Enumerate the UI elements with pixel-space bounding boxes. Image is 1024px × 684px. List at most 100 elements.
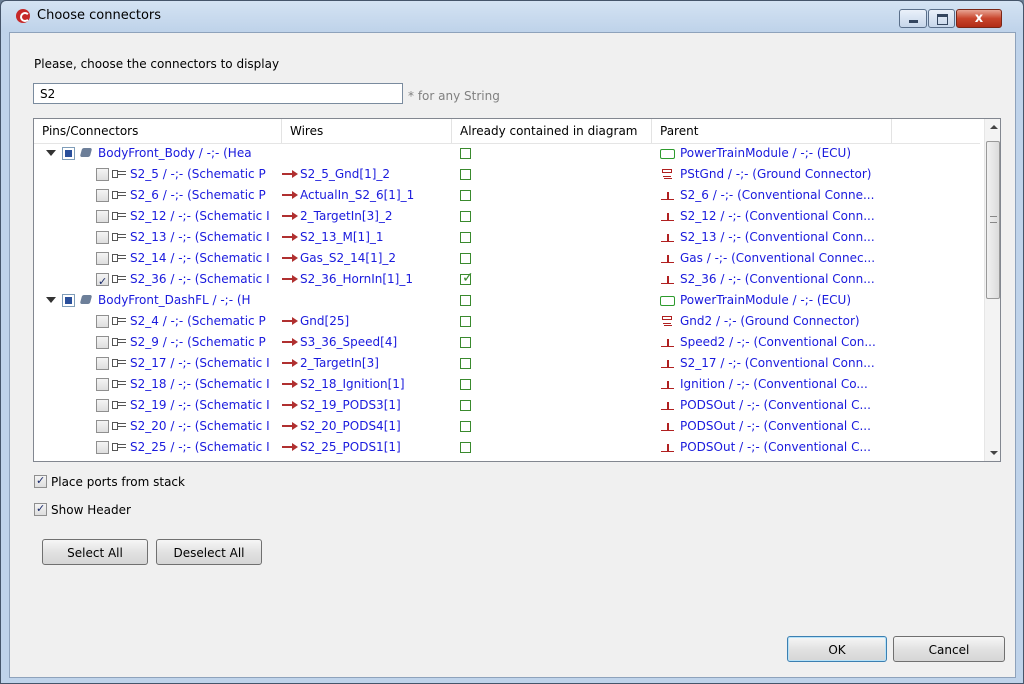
table-row[interactable]: S2_18 / -;- (Schematic I S2_18_Ignition[1…	[34, 374, 980, 395]
chevron-down-icon[interactable]	[46, 150, 56, 156]
table-row[interactable]: S2_13 / -;- (Schematic I S2_13_M[1]_1 S2_1…	[34, 227, 980, 248]
chevron-down-icon[interactable]	[46, 297, 56, 303]
contained-cell	[452, 164, 652, 185]
table-row[interactable]: S2_12 / -;- (Schematic I 2_TargetIn[3]_2 S…	[34, 206, 980, 227]
pin-icon	[112, 443, 127, 452]
wire-cell: S2_18_Ignition[1]	[282, 374, 452, 395]
wire-arrow-icon	[282, 316, 298, 326]
column-header-parent[interactable]: Parent	[652, 119, 892, 143]
contained-cell	[452, 143, 652, 164]
wire-cell: S2_13_M[1]_1	[282, 227, 452, 248]
pin-checkbox[interactable]	[96, 420, 109, 433]
maximize-button[interactable]	[928, 9, 955, 28]
connector-icon	[660, 231, 676, 244]
filter-input[interactable]	[33, 83, 403, 104]
ok-button[interactable]: OK	[787, 636, 887, 662]
tristate-checkbox[interactable]	[62, 147, 75, 160]
table-row[interactable]: S2_4 / -;- (Schematic P Gnd[25] Gnd2 / -;-…	[34, 311, 980, 332]
ecu-icon	[660, 296, 675, 306]
title-bar[interactable]: Choose connectors x	[1, 1, 1023, 31]
table-row[interactable]: S2_14 / -;- (Schematic I Gas_S2_14[1]_2 Ga…	[34, 248, 980, 269]
pin-checkbox[interactable]	[96, 378, 109, 391]
tristate-checkbox[interactable]	[62, 294, 75, 307]
close-button[interactable]: x	[956, 9, 1002, 28]
minimize-button[interactable]	[899, 9, 927, 28]
ecu-icon	[660, 149, 675, 159]
pin-checkbox[interactable]	[96, 315, 109, 328]
pin-name: S2_18 / -;- (Schematic I	[130, 377, 270, 391]
wire-name: Gas_S2_14[1]_2	[300, 251, 397, 265]
table-row[interactable]: S2_25 / -;- (Schematic I S2_25_PODS1[1] PO…	[34, 437, 980, 458]
parent-name: Gas / -;- (Conventional Connec...	[680, 251, 876, 265]
table-row[interactable]: S2_36 / -;- (Schematic I S2_36_HornIn[1]_…	[34, 269, 980, 290]
deselect-all-button[interactable]: Deselect All	[156, 539, 262, 565]
wire-cell: S3_36_Speed[4]	[282, 332, 452, 353]
pin-icon	[112, 380, 127, 389]
table-row[interactable]: S2_20 / -;- (Schematic I S2_20_PODS4[1] PO…	[34, 416, 980, 437]
contained-cell	[452, 206, 652, 227]
pin-checkbox[interactable]	[96, 168, 109, 181]
table-row[interactable]: S2_19 / -;- (Schematic I S2_19_PODS3[1] PO…	[34, 395, 980, 416]
checkbox-checked-icon[interactable]	[34, 473, 47, 489]
table-row[interactable]: S2_9 / -;- (Schematic P S3_36_Speed[4] Spe…	[34, 332, 980, 353]
group-name: BodyFront_DashFL / -;- (H	[98, 293, 251, 307]
scroll-thumb[interactable]	[986, 141, 1000, 299]
wire-cell: S2_36_HornIn[1]_1	[282, 269, 452, 290]
tree-rows: BodyFront_Body / -;- (Hea PowerTrainModul…	[34, 143, 980, 458]
column-header-contained[interactable]: Already contained in diagram	[452, 119, 652, 143]
vertical-scrollbar[interactable]	[984, 119, 1000, 461]
wire-arrow-icon	[282, 400, 298, 410]
module-icon	[79, 294, 93, 306]
parent-name: S2_13 / -;- (Conventional Conn...	[680, 230, 875, 244]
select-all-button[interactable]: Select All	[42, 539, 148, 565]
column-header-wires[interactable]: Wires	[282, 119, 452, 143]
pin-icon	[112, 359, 127, 368]
pin-cell: S2_25 / -;- (Schematic I	[34, 437, 282, 458]
pin-cell: S2_36 / -;- (Schematic I	[34, 269, 282, 290]
pin-icon	[112, 191, 127, 200]
pin-checkbox[interactable]	[96, 189, 109, 202]
pin-cell: BodyFront_DashFL / -;- (H	[34, 290, 282, 311]
checkbox-checked-icon[interactable]	[34, 501, 47, 517]
pin-name: S2_6 / -;- (Schematic P	[130, 188, 266, 202]
parent-name: S2_12 / -;- (Conventional Conn...	[680, 209, 875, 223]
wire-arrow-icon	[282, 253, 298, 263]
parent-name: PODSOut / -;- (Conventional C...	[680, 398, 871, 412]
contained-cell	[452, 248, 652, 269]
tree-header: Pins/Connectors Wires Already contained …	[34, 119, 980, 144]
contained-checkbox	[460, 232, 471, 243]
pin-checkbox[interactable]	[96, 399, 109, 412]
column-header-pins[interactable]: Pins/Connectors	[34, 119, 282, 143]
tree-group-row[interactable]: BodyFront_Body / -;- (Hea PowerTrainModul…	[34, 143, 980, 164]
pin-checkbox[interactable]	[96, 441, 109, 454]
table-row[interactable]: S2_6 / -;- (Schematic P ActualIn_S2_6[1]_…	[34, 185, 980, 206]
wire-arrow-icon	[282, 232, 298, 242]
pin-checkbox[interactable]	[96, 210, 109, 223]
table-row[interactable]: S2_17 / -;- (Schematic I 2_TargetIn[3] S2_…	[34, 353, 980, 374]
pin-checkbox[interactable]	[96, 336, 109, 349]
contained-checkbox	[460, 211, 471, 222]
scroll-down-icon[interactable]	[985, 444, 1000, 461]
pin-checkbox[interactable]	[96, 231, 109, 244]
parent-cell: Ignition / -;- (Conventional Co...	[652, 374, 982, 395]
table-row[interactable]: S2_5 / -;- (Schematic P S2_5_Gnd[1]_2 PStG…	[34, 164, 980, 185]
pin-checkbox[interactable]	[96, 357, 109, 370]
pin-cell: S2_6 / -;- (Schematic P	[34, 185, 282, 206]
connector-icon	[660, 273, 676, 286]
contained-cell	[452, 395, 652, 416]
app-logo-icon	[16, 9, 30, 23]
cancel-button[interactable]: Cancel	[893, 636, 1005, 662]
tree-group-row[interactable]: BodyFront_DashFL / -;- (H PowerTrainModul…	[34, 290, 980, 311]
pin-cell: S2_9 / -;- (Schematic P	[34, 332, 282, 353]
pin-checkbox[interactable]	[96, 252, 109, 265]
pin-checkbox[interactable]	[96, 271, 109, 290]
parent-cell: Speed2 / -;- (Conventional Con...	[652, 332, 982, 353]
parent-cell: S2_13 / -;- (Conventional Conn...	[652, 227, 982, 248]
wire-name: S2_13_M[1]_1	[300, 230, 384, 244]
parent-cell: Gas / -;- (Conventional Connec...	[652, 248, 982, 269]
contained-checkbox	[460, 190, 471, 201]
wire-cell: 2_TargetIn[3]_2	[282, 206, 452, 227]
scroll-up-icon[interactable]	[985, 119, 1000, 136]
parent-name: PStGnd / -;- (Ground Connector)	[680, 167, 872, 181]
pin-icon	[112, 422, 127, 431]
